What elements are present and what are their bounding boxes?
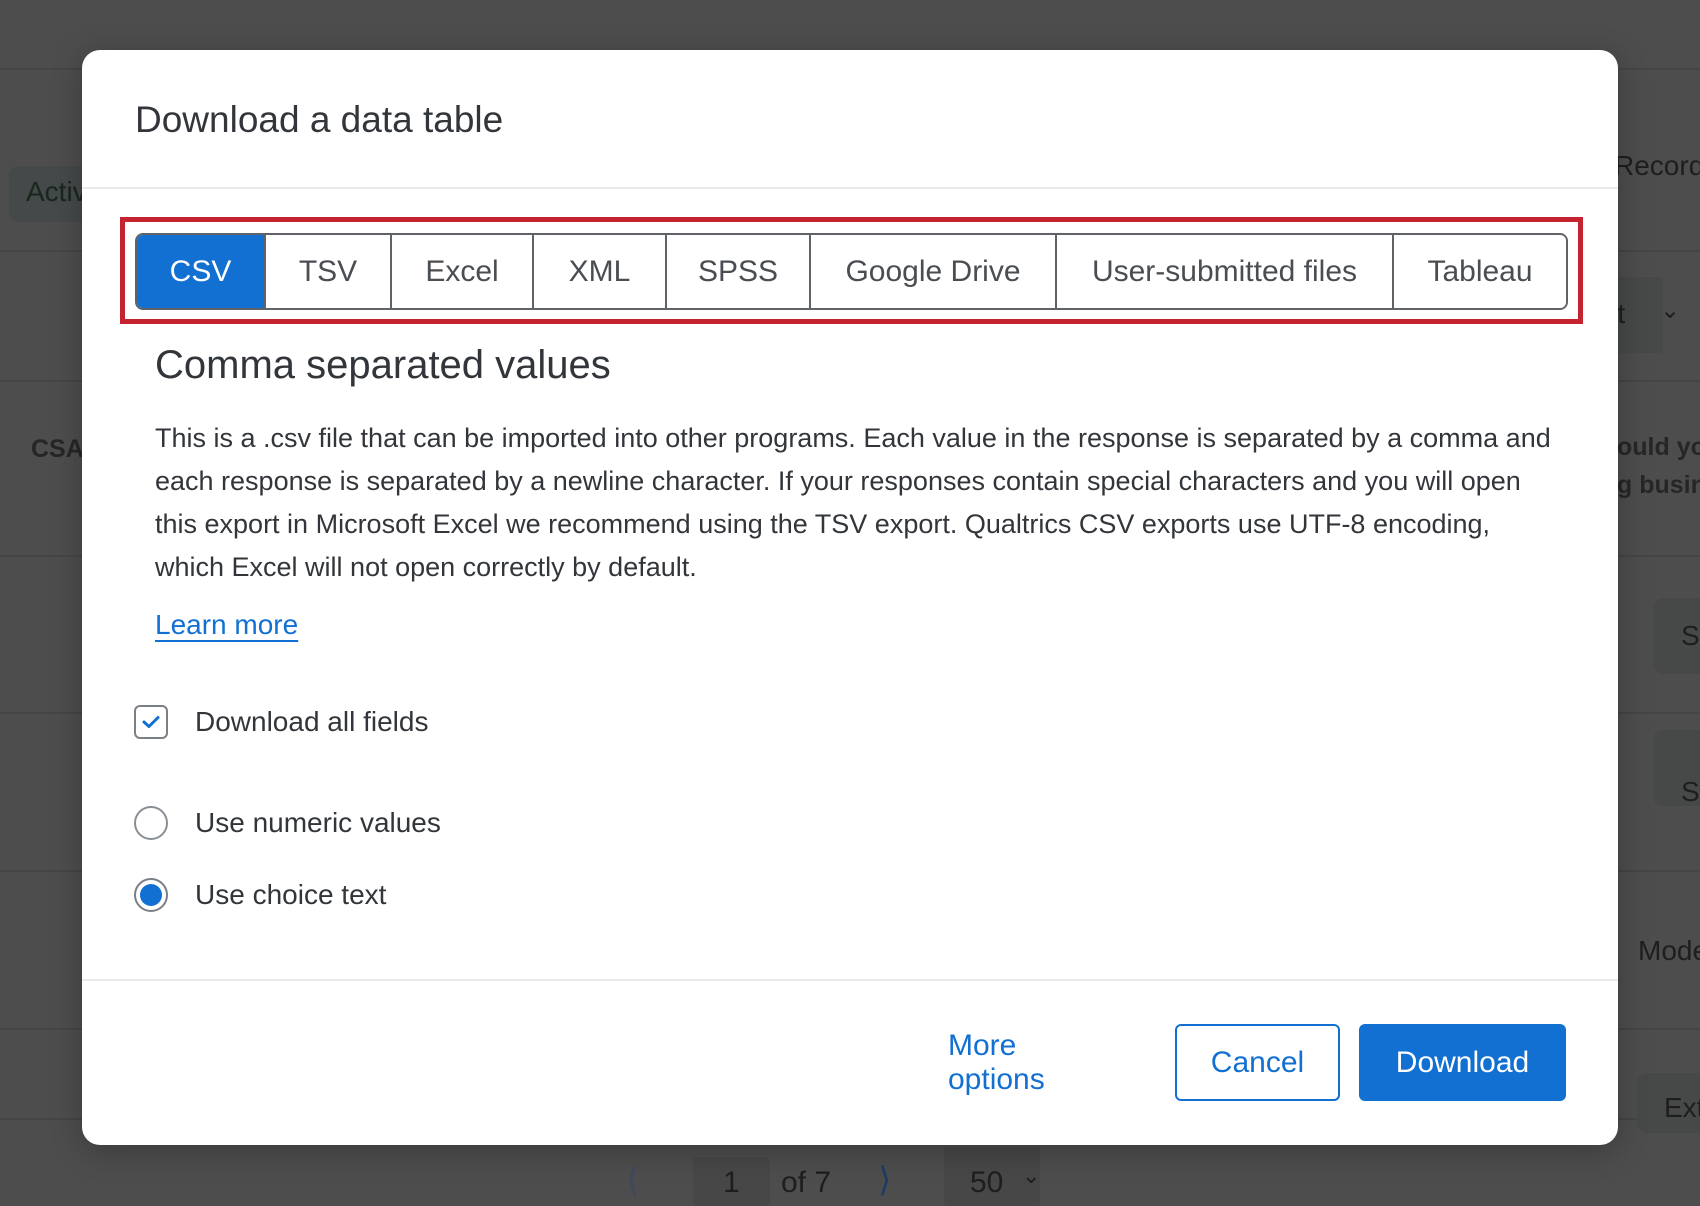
tab-panel-csv: Comma separated values This is a .csv fi… bbox=[155, 335, 1555, 641]
dialog-title: Download a data table bbox=[135, 99, 504, 140]
choice-text-option[interactable]: Use choice text bbox=[134, 878, 386, 912]
numeric-values-option[interactable]: Use numeric values bbox=[134, 806, 441, 840]
checkmark-icon bbox=[142, 716, 160, 728]
learn-more-link[interactable]: Learn more bbox=[155, 609, 298, 641]
choice-text-label: Use choice text bbox=[195, 879, 387, 910]
question-text-line1: ould yo bbox=[1617, 433, 1700, 461]
numeric-values-label: Use numeric values bbox=[195, 807, 441, 838]
tab-xml[interactable]: XML bbox=[532, 235, 665, 308]
chevron-down-icon: ⌄ bbox=[1660, 297, 1681, 324]
page-count: of 7 bbox=[781, 1166, 832, 1199]
download-all-fields-option[interactable]: Download all fields bbox=[134, 705, 428, 739]
chevron-down-icon: ⌄ bbox=[1022, 1163, 1041, 1188]
cancel-button[interactable]: Cancel bbox=[1175, 1024, 1340, 1101]
format-description: This is a .csv file that can be imported… bbox=[155, 423, 1551, 582]
page-input-value: 1 bbox=[723, 1166, 740, 1199]
choice-text-radio[interactable] bbox=[134, 878, 168, 912]
numeric-values-radio[interactable] bbox=[134, 806, 168, 840]
tab-tsv[interactable]: TSV bbox=[264, 235, 390, 308]
record-label: Record bbox=[1614, 150, 1700, 181]
mode-label: Mode bbox=[1638, 935, 1700, 966]
tab-user-submitted-files[interactable]: User-submitted files bbox=[1055, 235, 1392, 308]
side-button-label: S bbox=[1681, 620, 1700, 651]
page-size-value: 50 bbox=[970, 1166, 1004, 1199]
status-badge-label: Activ bbox=[26, 176, 87, 207]
footer-divider bbox=[82, 979, 1618, 981]
tab-tableau[interactable]: Tableau bbox=[1392, 235, 1566, 308]
more-options-button[interactable]: More options bbox=[948, 1024, 1120, 1101]
tab-csv[interactable]: CSV bbox=[137, 235, 264, 308]
side-button-label: S bbox=[1681, 776, 1700, 807]
download-all-fields-checkbox[interactable] bbox=[134, 705, 168, 739]
tab-google-drive[interactable]: Google Drive bbox=[809, 235, 1055, 308]
tab-excel[interactable]: Excel bbox=[390, 235, 532, 308]
header-divider bbox=[82, 187, 1618, 189]
section-title: Comma separated values bbox=[155, 343, 611, 387]
download-data-table-dialog: Download a data table CSV TSV Excel XML … bbox=[82, 50, 1618, 1145]
tab-spss[interactable]: SPSS bbox=[665, 235, 809, 308]
ext-label: Ext bbox=[1664, 1092, 1700, 1123]
prev-page-icon: ⟨ bbox=[626, 1161, 640, 1199]
csat-label: CSA bbox=[31, 435, 84, 463]
format-tabs: CSV TSV Excel XML SPSS Google Drive User… bbox=[135, 233, 1568, 310]
download-button[interactable]: Download bbox=[1359, 1024, 1566, 1101]
radio-selected-dot bbox=[140, 884, 162, 906]
download-all-fields-label: Download all fields bbox=[195, 706, 429, 737]
next-page-icon: ⟩ bbox=[878, 1161, 892, 1199]
question-text-line2: g busin bbox=[1617, 471, 1700, 499]
